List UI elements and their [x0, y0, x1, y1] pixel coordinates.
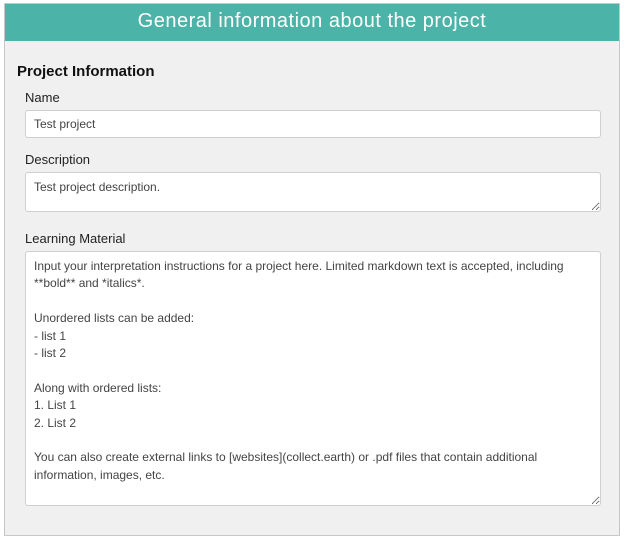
panel-body: Project Information Name Description Lea…: [5, 41, 619, 535]
field-learning-material: Learning Material: [25, 231, 601, 511]
field-name: Name: [25, 90, 601, 138]
section-title: Project Information: [17, 63, 601, 80]
banner-title: General information about the project: [5, 4, 619, 41]
learning-textarea[interactable]: [25, 251, 601, 506]
learning-label: Learning Material: [25, 231, 601, 246]
description-label: Description: [25, 152, 601, 167]
description-textarea[interactable]: [25, 172, 601, 212]
name-label: Name: [25, 90, 601, 105]
name-input[interactable]: [25, 110, 601, 138]
field-description: Description: [25, 152, 601, 217]
project-info-panel: General information about the project Pr…: [4, 3, 620, 536]
